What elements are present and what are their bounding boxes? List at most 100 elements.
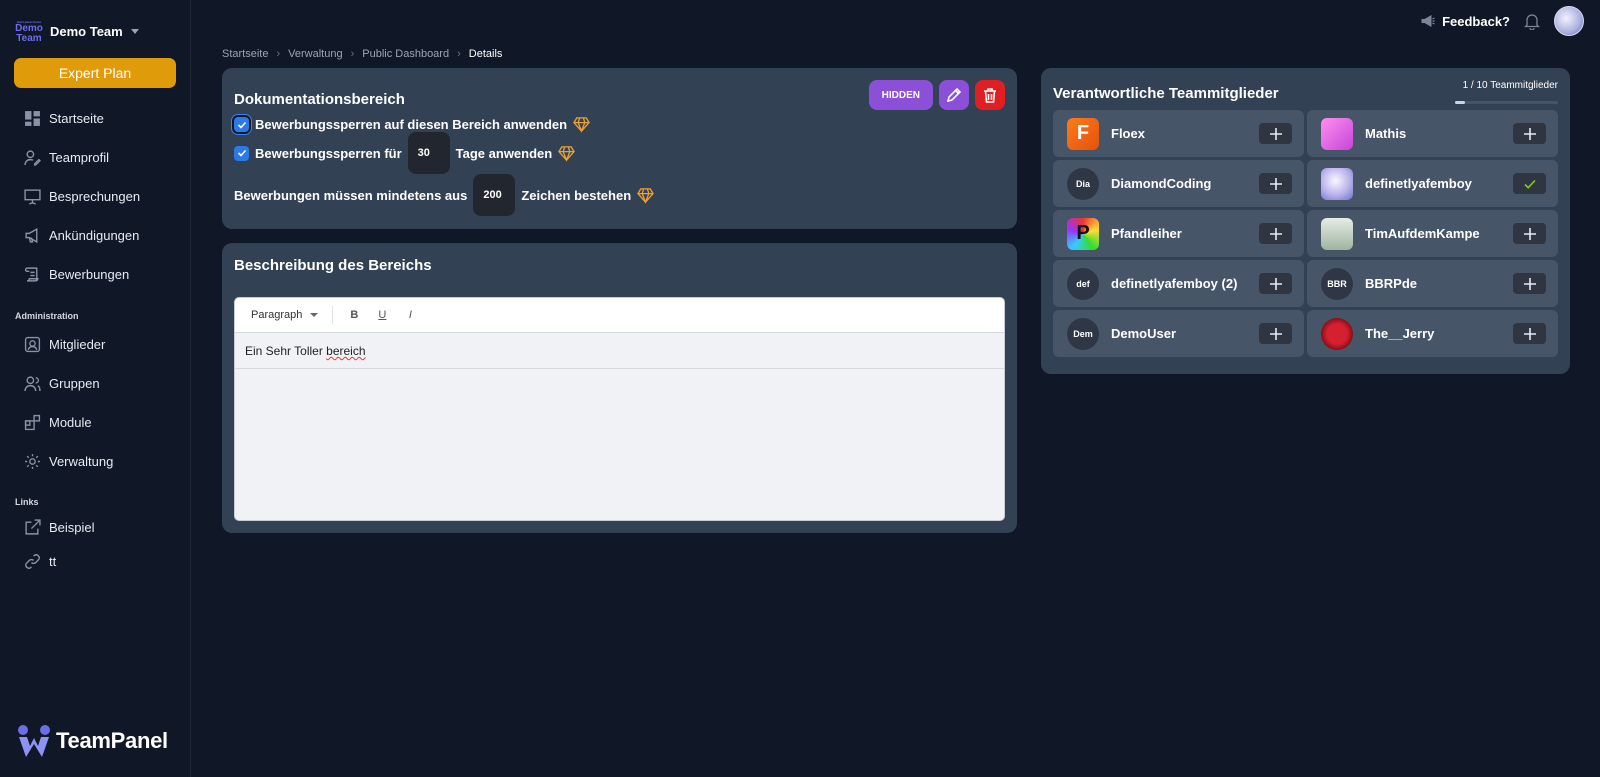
member-add-button[interactable] [1513,223,1546,244]
delete-button[interactable] [975,80,1005,110]
nav-item-beispiel[interactable]: Beispiel [24,510,184,544]
member-avatar [1321,317,1353,350]
member-add-button[interactable] [1259,223,1292,244]
members-counter: 1 / 10 Teammitglieder [1462,80,1558,91]
lock-area-checkbox[interactable] [234,117,249,132]
member-item: Dia DiamondCoding [1053,160,1304,207]
chevron-right-icon: › [276,48,281,60]
members-progress-bar [1455,101,1558,104]
expert-plan-button[interactable]: Expert Plan [14,58,176,88]
section-title: Dokumentationsbereich [234,91,405,108]
topbar: Feedback? [1419,6,1584,36]
breadcrumb-startseite[interactable]: Startseite [222,48,268,60]
chevron-right-icon: › [457,48,461,60]
scroll-icon [24,266,41,283]
plus-icon [1269,127,1282,140]
member-add-button[interactable] [1259,323,1292,344]
section-actions: HIDDEN [868,80,1005,110]
nav-label: Startseite [49,111,104,126]
toolbar-divider [332,306,334,324]
nav-item-module[interactable]: Module [24,403,184,442]
nav-item-verwaltung[interactable]: Verwaltung [24,442,184,481]
member-name: definetlyafemboy [1365,176,1472,191]
member-item: BBR BBRPde [1307,260,1558,307]
member-add-button[interactable] [1259,173,1292,194]
member-selected-button[interactable] [1513,173,1546,194]
team-switcher[interactable]: team panel demo Demo Team Demo Team [14,20,139,44]
description-title: Beschreibung des Bereichs [234,257,432,274]
chevron-down-icon [310,313,319,317]
member-avatar: Dia [1067,167,1099,200]
team-name: Demo Team [50,23,123,39]
feedback-button[interactable]: Feedback? [1419,14,1510,29]
bold-button[interactable]: B [347,309,361,321]
nav-label: Besprechungen [49,189,141,204]
section-label-links: Links [15,497,39,507]
nav-item-teamprofil[interactable]: Teamprofil [24,138,184,177]
plus-icon [1523,227,1536,240]
member-grid: F Floex Mathis Dia DiamondCoding definetlyafe… [1053,110,1558,357]
member-add-button[interactable] [1513,323,1546,344]
gear-icon [24,453,41,470]
plus-icon [1269,277,1282,290]
nav-item-ankuendigungen[interactable]: Ankündigungen [24,216,184,255]
check-icon [1523,179,1536,189]
member-avatar: F [1067,117,1099,150]
member-item: F Floex [1053,110,1304,157]
member-add-button[interactable] [1259,123,1292,144]
member-add-button[interactable] [1259,273,1292,294]
nav-item-bewerbungen[interactable]: Bewerbungen [24,255,184,294]
user-avatar[interactable] [1554,6,1584,36]
member-name: Pfandleiher [1111,226,1182,241]
member-avatar [1321,167,1353,200]
member-name: TimAufdemKampe [1365,226,1480,241]
lock-days-input[interactable]: 30 [407,132,450,174]
underline-button[interactable]: U [375,309,389,321]
feedback-label: Feedback? [1442,13,1510,29]
pencil-icon [946,87,962,103]
nav-item-besprechungen[interactable]: Besprechungen [24,177,184,216]
diamond-icon [573,117,590,133]
editor-content[interactable]: Ein Sehr Toller bereich [235,333,1004,369]
editor-text-misspelled: bereich [326,344,366,358]
bell-icon[interactable] [1524,13,1540,30]
min-chars-suffix: Zeichen bestehen [521,187,632,203]
link-icon [24,553,41,570]
breadcrumb-public-dashboard[interactable]: Public Dashboard [362,48,449,60]
italic-button[interactable]: I [403,309,417,321]
megaphone-icon [24,227,41,244]
member-add-button[interactable] [1513,123,1546,144]
brand[interactable]: TeamPanel [16,724,168,758]
plus-icon [1269,227,1282,240]
user-edit-icon [24,149,41,166]
nav-item-startseite[interactable]: Startseite [24,99,184,138]
edit-button[interactable] [939,80,969,110]
member-name: BBRPde [1365,276,1418,291]
nav-label: Beispiel [49,519,95,535]
member-avatar [1321,217,1353,250]
min-chars-row: Bewerbungen müssen mindetens aus 200 Zei… [234,174,655,216]
member-add-button[interactable] [1513,273,1546,294]
min-chars-input[interactable]: 200 [473,174,516,216]
teampanel-logo-icon [18,725,50,757]
nav-item-gruppen[interactable]: Gruppen [24,364,184,403]
block-type-select[interactable]: Paragraph [251,309,319,321]
members-title: Verantwortliche Teammitglieder [1053,85,1279,102]
member-item: definetlyafemboy [1307,160,1558,207]
nav-item-mitglieder[interactable]: Mitglieder [24,325,184,364]
sidebar: team panel demo Demo Team Demo Team Expe… [0,0,191,777]
plus-icon [1269,177,1282,190]
nav-item-tt[interactable]: tt [24,544,184,578]
contact-icon [24,336,41,353]
breadcrumb-verwaltung[interactable]: Verwaltung [288,48,342,60]
member-name: definetlyafemboy (2) [1111,276,1238,291]
member-item: Dem DemoUser [1053,310,1304,357]
users-icon [24,375,41,392]
visibility-hidden-button[interactable]: HIDDEN [868,80,933,110]
admin-nav: Mitglieder Gruppen Module Verwaltung [24,325,184,481]
nav-label: Verwaltung [49,454,114,469]
links-nav: Beispiel tt [24,510,184,578]
lock-days-checkbox[interactable] [234,145,249,161]
member-avatar: P [1067,217,1099,250]
member-name: DemoUser [1111,326,1177,341]
